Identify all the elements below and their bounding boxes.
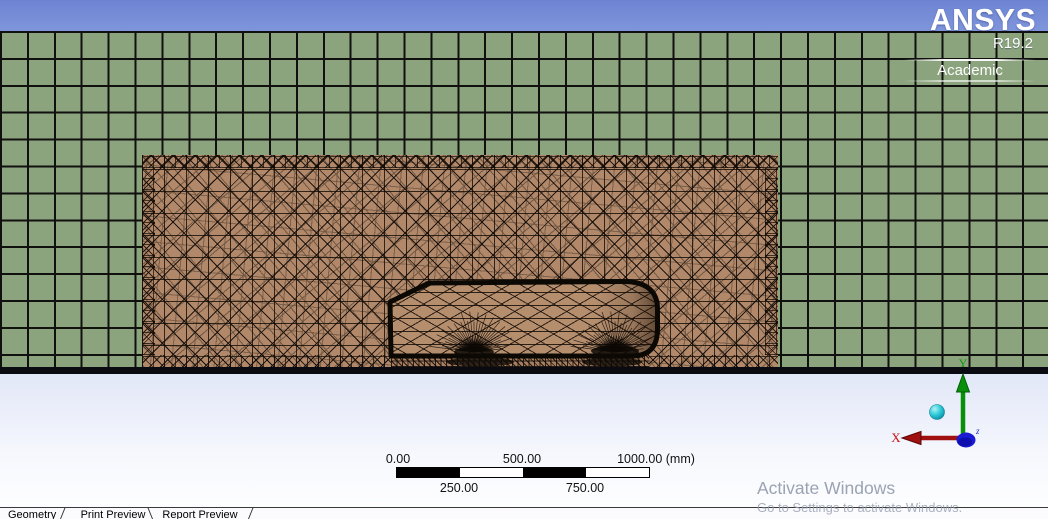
ruler-label-1000: 1000.00 (mm) xyxy=(617,452,695,466)
ansys-mesh-viewport[interactable]: ANSYS R19.2 Academic 0.00 500.00 1000.00… xyxy=(0,0,1048,519)
ruler-bar xyxy=(396,467,650,478)
x-axis-label: X xyxy=(891,430,901,445)
coordinate-triad[interactable]: Y X z xyxy=(885,350,1048,465)
tab-print-preview[interactable]: Print Preview xyxy=(75,509,151,519)
tab-report-preview[interactable]: Report Preview xyxy=(157,509,243,519)
iso-view-sphere[interactable] xyxy=(929,404,945,420)
ruler-label-500: 500.00 xyxy=(502,452,542,466)
activate-windows-watermark-sub: Go to Settings to activate Windows. xyxy=(757,500,963,515)
tab-edge xyxy=(247,508,254,519)
ruler-label-0: 0.00 xyxy=(385,452,411,466)
z-axis-dot-shade xyxy=(958,437,972,447)
ansys-edition-box: Academic xyxy=(904,59,1036,82)
tab-edge xyxy=(59,508,66,519)
z-axis-label: z xyxy=(975,426,980,436)
ansys-brand-text: ANSYS xyxy=(929,2,1036,37)
ansys-logo: ANSYS R19.2 Academic xyxy=(876,2,1036,82)
separator-line xyxy=(904,80,1036,82)
ruler-segment xyxy=(397,468,460,477)
ruler-segment xyxy=(523,468,586,477)
x-axis-arrowhead[interactable] xyxy=(900,430,922,446)
ruler-segment xyxy=(586,468,649,477)
scale-ruler: 0.00 500.00 1000.00 (mm) 250.00 750.00 xyxy=(386,452,695,496)
ansys-edition-text: Academic xyxy=(937,62,1003,79)
tab-geometry[interactable]: Geometry xyxy=(8,509,56,519)
y-axis-arrowhead[interactable] xyxy=(955,372,971,393)
y-axis-label: Y xyxy=(959,356,968,370)
activate-windows-watermark: Activate Windows xyxy=(757,478,896,498)
ruler-label-250: 250.00 xyxy=(439,481,479,495)
ruler-segment xyxy=(460,468,523,477)
ruler-label-750: 750.00 xyxy=(565,481,605,495)
ansys-version-text: R19.2 xyxy=(992,35,1033,52)
